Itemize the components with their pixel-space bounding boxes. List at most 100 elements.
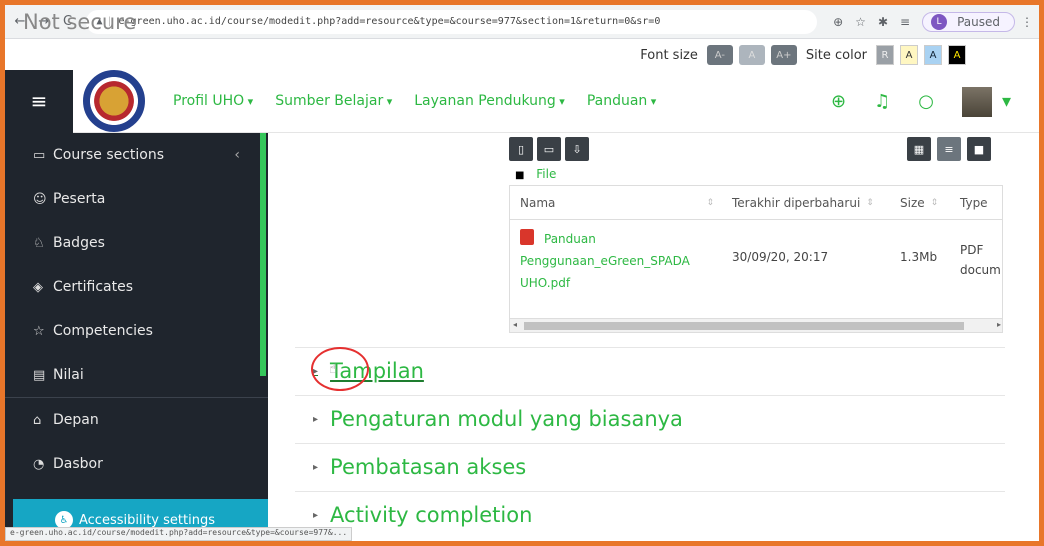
expand-arrow-icon: ▸: [313, 461, 319, 473]
menu-sumber-belajar[interactable]: Sumber Belajar: [275, 93, 392, 109]
extensions-icon[interactable]: ✱: [878, 15, 888, 29]
globe-icon[interactable]: ⊕: [831, 91, 846, 112]
column-header-modified[interactable]: Terakhir diperbaharui ⇕: [720, 186, 888, 220]
list-view-icon[interactable]: ≡: [937, 137, 961, 161]
bell-icon[interactable]: ♫: [874, 91, 890, 112]
sidebar-scroll-indicator: [260, 133, 266, 376]
menu-panduan[interactable]: Panduan: [587, 93, 657, 109]
browser-menu-icon[interactable]: ⋮: [1021, 15, 1033, 29]
reading-list-icon[interactable]: ≡: [900, 15, 910, 29]
column-label: Nama: [520, 195, 556, 210]
sort-icon: ⇕: [866, 197, 874, 208]
font-reset-button[interactable]: A: [738, 45, 765, 65]
main-content: ▯ ▭ ⇩ ▦ ≡ ■ ■ File Nama ⇕ Terakhir diper…: [295, 133, 1025, 541]
scrollbar-thumb[interactable]: [524, 322, 964, 330]
sidebar-item-nilai[interactable]: ▤ Nilai: [5, 353, 268, 397]
scroll-right-icon[interactable]: ▸: [997, 320, 1001, 329]
bookmark-star-icon[interactable]: ☆: [855, 15, 866, 29]
url-text: e-green.uho.ac.id/course/modedit.php?add…: [118, 16, 661, 27]
horizontal-scrollbar[interactable]: ◂ ▸: [510, 318, 1002, 332]
users-icon: ☺: [33, 191, 47, 207]
menu-layanan-pendukung[interactable]: Layanan Pendukung: [414, 93, 565, 109]
file-name-link[interactable]: Panduan Penggunaan_eGreen_SPADA UHO.pdf: [520, 228, 720, 294]
sidebar-item-badges[interactable]: ♘ Badges: [5, 221, 268, 265]
sort-icon: ⇕: [706, 197, 714, 208]
section-pengaturan-modul[interactable]: ▸ Pengaturan modul yang biasanya: [313, 407, 683, 431]
sidebar-item-competencies[interactable]: ☆ Competencies: [5, 309, 268, 353]
column-header-name[interactable]: Nama ⇕: [510, 186, 720, 220]
accessibility-settings-label: Accessibility settings: [79, 512, 215, 528]
sidebar-item-certificates[interactable]: ◈ Certificates: [5, 265, 268, 309]
chevron-left-icon[interactable]: ‹: [234, 147, 240, 163]
path-label[interactable]: File: [536, 167, 556, 181]
column-label: Terakhir diperbaharui: [732, 195, 861, 210]
profile-avatar: L: [931, 13, 948, 30]
download-icon[interactable]: ⇩: [565, 137, 589, 161]
column-label: Type: [960, 195, 988, 210]
filepicker-toolbar: ▯ ▭ ⇩ ▦ ≡ ■: [509, 137, 1003, 163]
sidebar-item-peserta[interactable]: ☺ Peserta: [5, 177, 268, 221]
folder-icon: ▭: [33, 147, 46, 163]
section-title: Activity completion: [330, 503, 533, 527]
university-logo[interactable]: [83, 70, 145, 132]
site-navbar: ≡ Profil UHO Sumber Belajar Layanan Pend…: [5, 69, 1039, 133]
main-menu: Profil UHO Sumber Belajar Layanan Penduk…: [173, 93, 678, 109]
add-file-icon[interactable]: ▯: [509, 137, 533, 161]
click-highlight-circle: [311, 347, 369, 391]
tree-view-icon[interactable]: ■: [967, 137, 991, 161]
file-type-line: PDF: [960, 243, 984, 257]
sidebar-item-label: Course sections: [53, 147, 165, 163]
section-title: Pembatasan akses: [330, 455, 527, 479]
expand-arrow-icon: ▸: [313, 413, 319, 425]
address-bar[interactable]: ▲ Not secure | e-green.uho.ac.id/course/…: [23, 9, 818, 34]
accessibility-bar: Font size A- A A+ Site color R A A A: [5, 40, 1039, 70]
create-folder-icon[interactable]: ▭: [537, 137, 561, 161]
chat-icon[interactable]: ○: [918, 91, 934, 112]
screen-frame: ← → C ▲ Not secure | e-green.uho.ac.id/c…: [5, 5, 1039, 541]
column-header-size[interactable]: Size ⇕: [888, 186, 948, 220]
color-yellow-button[interactable]: A: [900, 45, 918, 65]
color-reset-button[interactable]: R: [876, 45, 894, 65]
sidebar-item-label: Peserta: [53, 191, 106, 207]
color-black-button[interactable]: A: [948, 45, 966, 65]
zoom-icon[interactable]: ⊕: [833, 15, 843, 29]
sidebar-item-label: Dasbor: [53, 456, 103, 472]
grade-icon: ▤: [33, 367, 46, 383]
column-header-type[interactable]: Type: [948, 186, 1002, 220]
column-label: Size: [900, 195, 925, 210]
font-increase-button[interactable]: A+: [770, 45, 797, 65]
file-modified: 30/09/20, 20:17: [732, 250, 829, 264]
divider: [295, 347, 1005, 348]
navbar-icons: ⊕ ♫ ○ ▾: [831, 70, 1039, 133]
pdf-file-icon: [520, 229, 534, 245]
sidebar-item-dasbor[interactable]: ◔ Dasbor: [5, 442, 268, 486]
star-icon: ☆: [33, 323, 45, 339]
security-label: Not secure: [23, 9, 137, 34]
sidebar-item-course-sections[interactable]: ▭ Course sections ‹: [5, 133, 268, 177]
sidebar-item-depan[interactable]: ⌂ Depan: [5, 398, 268, 442]
file-table: Nama ⇕ Terakhir diperbaharui ⇕ Size ⇕ Ty…: [509, 185, 1003, 333]
sidebar-item-label: Certificates: [53, 279, 134, 295]
site-color-label: Site color: [805, 47, 867, 63]
icon-view-icon[interactable]: ▦: [907, 137, 931, 161]
sidebar-item-label: Badges: [53, 235, 105, 251]
badge-icon: ♘: [33, 235, 45, 251]
menu-profil-uho[interactable]: Profil UHO: [173, 93, 253, 109]
home-icon: ⌂: [33, 412, 42, 428]
color-blue-button[interactable]: A: [924, 45, 942, 65]
section-title: Pengaturan modul yang biasanya: [330, 407, 683, 431]
sidebar-item-label: Depan: [53, 412, 99, 428]
browser-toolbar: ← → C ▲ Not secure | e-green.uho.ac.id/c…: [5, 5, 1039, 39]
section-tampilan[interactable]: ▸ Tampilan ☝: [311, 347, 424, 391]
font-decrease-button[interactable]: A-: [706, 45, 733, 65]
scroll-left-icon[interactable]: ◂: [513, 320, 517, 329]
section-activity-completion[interactable]: ▸ Activity completion: [313, 503, 532, 527]
profile-button[interactable]: L Paused: [922, 11, 1015, 32]
user-menu-chevron-icon[interactable]: ▾: [1002, 91, 1011, 112]
hamburger-menu-icon[interactable]: ≡: [5, 69, 73, 133]
filepicker-path: ■ File: [515, 167, 556, 181]
sort-icon: ⇕: [930, 197, 939, 208]
folder-icon: ■: [515, 170, 525, 181]
user-avatar[interactable]: [961, 86, 992, 117]
section-pembatasan-akses[interactable]: ▸ Pembatasan akses: [313, 455, 526, 479]
